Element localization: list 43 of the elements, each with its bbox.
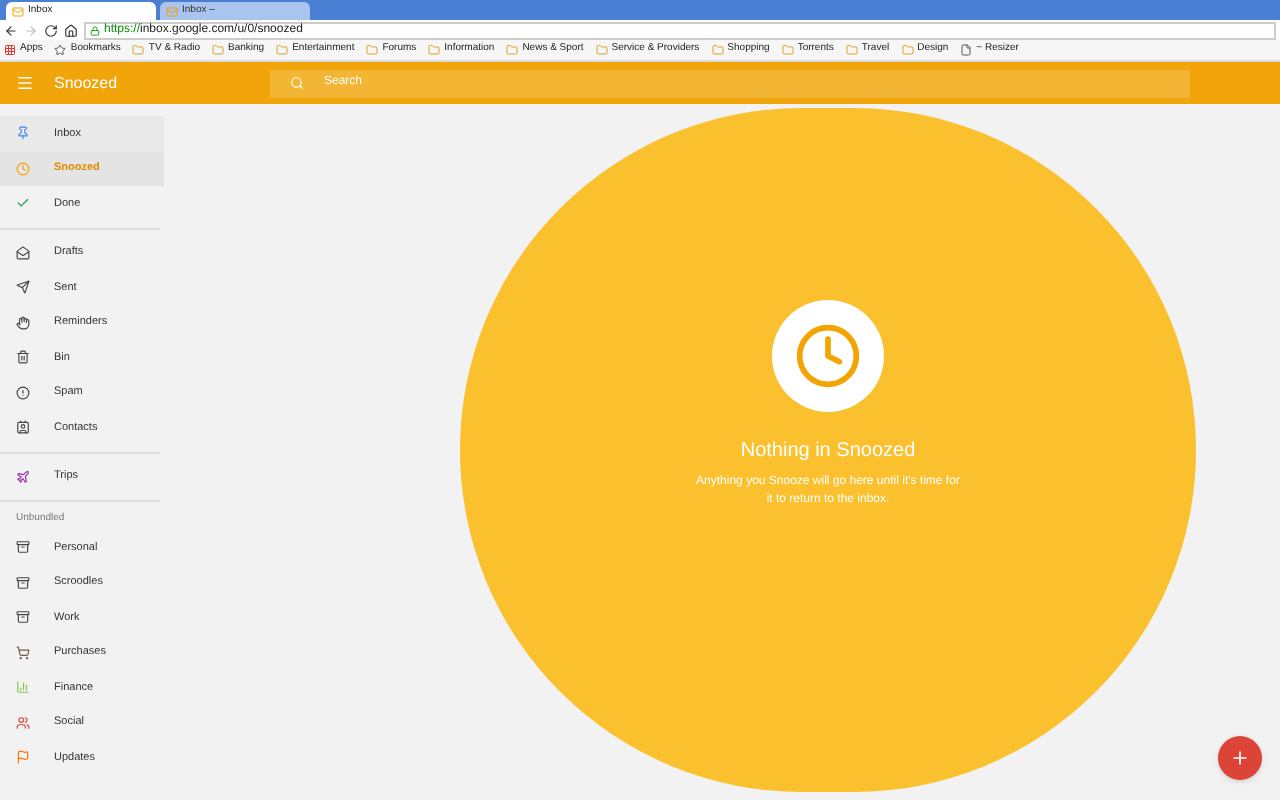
folder-icon — [711, 44, 724, 56]
folder-icon — [276, 44, 289, 56]
reload-icon[interactable] — [44, 23, 58, 37]
apps-grid-icon — [4, 44, 16, 56]
flag-icon — [16, 750, 30, 765]
send-icon — [16, 280, 30, 295]
trash-icon — [16, 350, 30, 365]
folder-icon — [901, 44, 914, 56]
cart-icon — [16, 645, 30, 660]
tray-icon — [16, 540, 30, 555]
plus-icon — [1230, 748, 1250, 768]
folder-icon — [506, 44, 519, 56]
tray-icon — [16, 610, 30, 625]
lock-icon — [90, 25, 100, 35]
alert-icon — [16, 385, 30, 400]
page-icon — [960, 44, 973, 56]
folder-icon — [428, 44, 441, 56]
tray-icon — [16, 575, 30, 590]
mail-icon — [166, 5, 178, 17]
back-icon[interactable] — [4, 23, 18, 37]
star-icon — [54, 44, 67, 56]
folder-icon — [366, 44, 379, 56]
search-icon — [290, 76, 304, 90]
people-icon — [16, 715, 30, 730]
mail-icon — [12, 5, 24, 17]
folder-icon — [781, 44, 794, 56]
clock-icon — [794, 321, 862, 389]
app-title: Snoozed — [54, 71, 120, 95]
plane-icon — [16, 469, 30, 484]
folder-icon — [595, 44, 608, 56]
envelope-icon — [16, 245, 30, 260]
hand-icon — [16, 315, 30, 330]
bar-chart-icon — [16, 680, 30, 695]
contact-card-icon — [16, 420, 30, 435]
folder-icon — [132, 44, 145, 56]
compose-button[interactable] — [1218, 736, 1262, 780]
empty-state-title: Nothing in Snoozed — [740, 437, 916, 465]
folder-icon — [212, 44, 224, 56]
check-icon — [16, 196, 30, 211]
folder-icon — [845, 44, 858, 56]
home-icon[interactable] — [64, 23, 78, 37]
pin-icon — [16, 126, 30, 141]
clock-icon — [16, 161, 30, 176]
